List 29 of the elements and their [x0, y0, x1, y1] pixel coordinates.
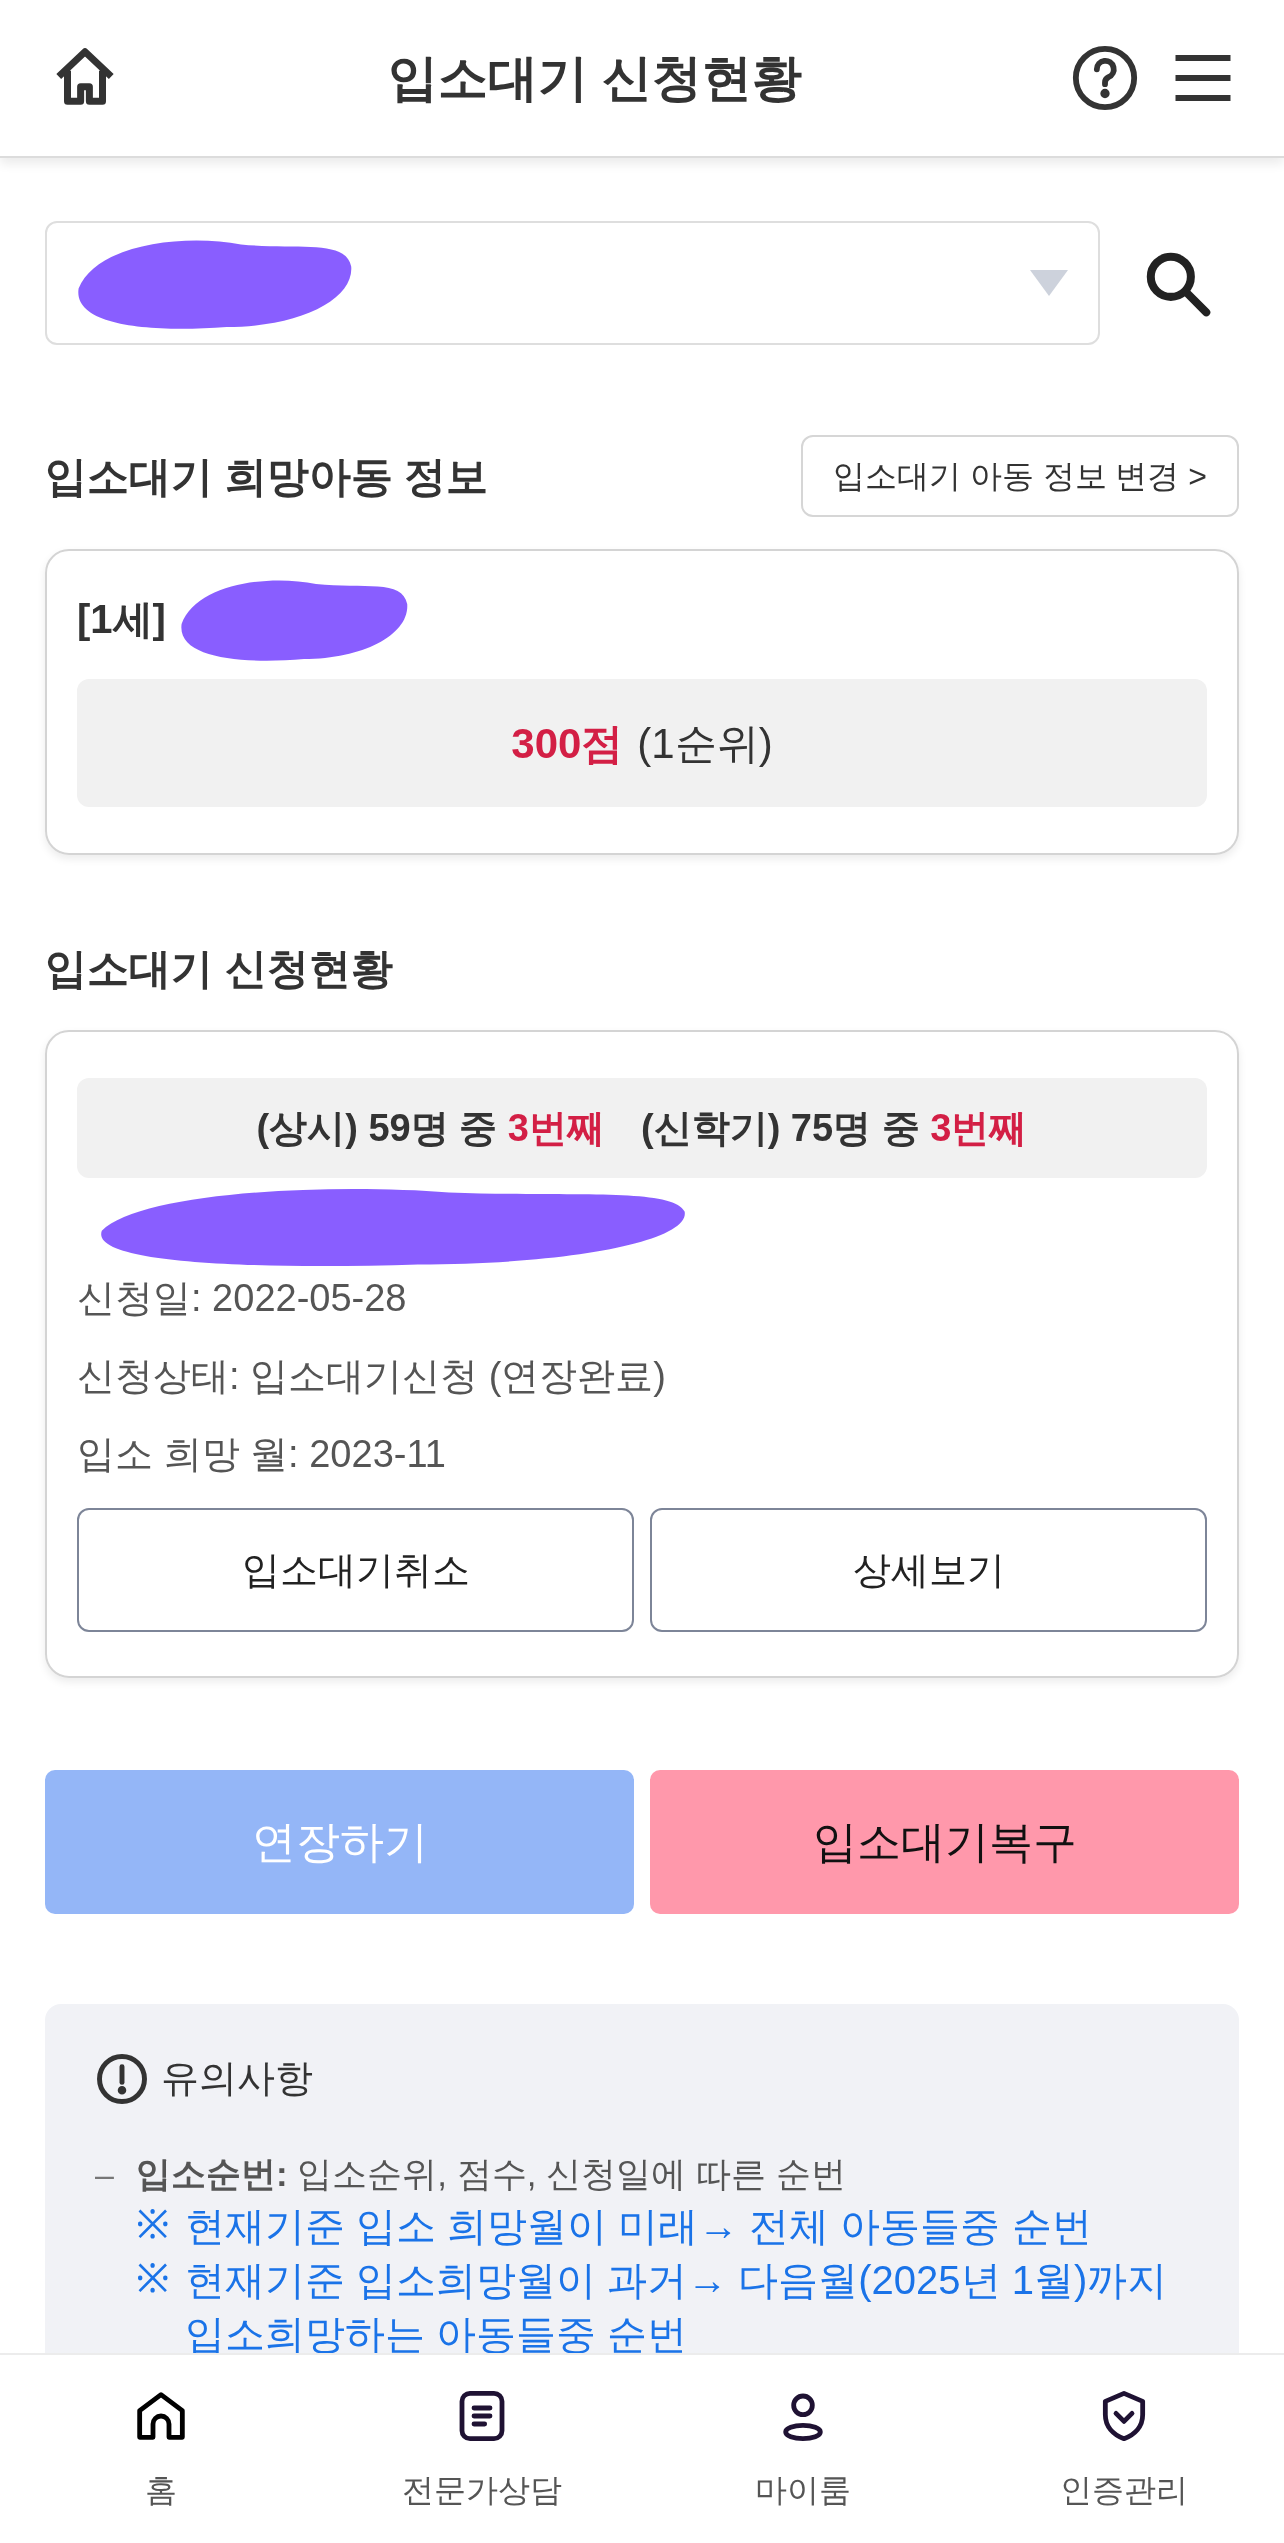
select-field[interactable]: [45, 221, 1100, 345]
section-title: 입소대기 희망아동 정보: [45, 451, 489, 502]
nav-tab[interactable]: 마이룸: [642, 2355, 963, 2543]
section-title: 입소대기 신청현황: [45, 944, 394, 994]
application-detail-text: 신청일: 2022-05-28: [77, 1276, 408, 1321]
restore-button[interactable]: 입소대기복구: [650, 1770, 1239, 1914]
application-detail-text: 입소 희망 월: 2023-11: [77, 1432, 447, 1477]
reference-mark: ※: [135, 2255, 169, 2302]
nav-tab[interactable]: 홈: [0, 2355, 321, 2543]
child-age-label: [1세]: [77, 596, 166, 643]
score-text: 300점: [511, 718, 624, 769]
rank-text: (1순위): [637, 718, 773, 769]
application-detail-text: 신청상태: 입소대기신청 (연장완료): [77, 1354, 667, 1399]
queue-position-text: (신학기) 75명 중 3번째: [641, 1105, 1028, 1151]
dropdown-caret-icon: [1030, 270, 1068, 296]
page-title: 입소대기 신청현황: [388, 48, 802, 108]
card-action-button[interactable]: 입소대기취소: [77, 1508, 634, 1632]
notice-note-text: 현재기준 입소 희망월이 미래→ 전체 아동들중 순번: [184, 2203, 1093, 2250]
notice-title: 유의사항: [161, 2056, 313, 2101]
queue-position-text: (상시) 59명 중 3번째: [256, 1105, 605, 1151]
edit-child-info-button[interactable]: 입소대기 아동 정보 변경 >: [800, 435, 1239, 517]
nav-tab[interactable]: 전문가상담: [321, 2355, 642, 2543]
reference-mark: ※: [135, 2201, 169, 2248]
notice-text: 입소순번: 입소순위, 점수, 신청일에 따른 순번: [135, 2153, 847, 2195]
alert-icon: [95, 2051, 149, 2106]
help-icon[interactable]: [1070, 43, 1140, 113]
nav-tab[interactable]: 인증관리: [963, 2355, 1284, 2543]
card-action-button[interactable]: 상세보기: [650, 1508, 1207, 1632]
dash-text: –: [95, 2154, 114, 2195]
